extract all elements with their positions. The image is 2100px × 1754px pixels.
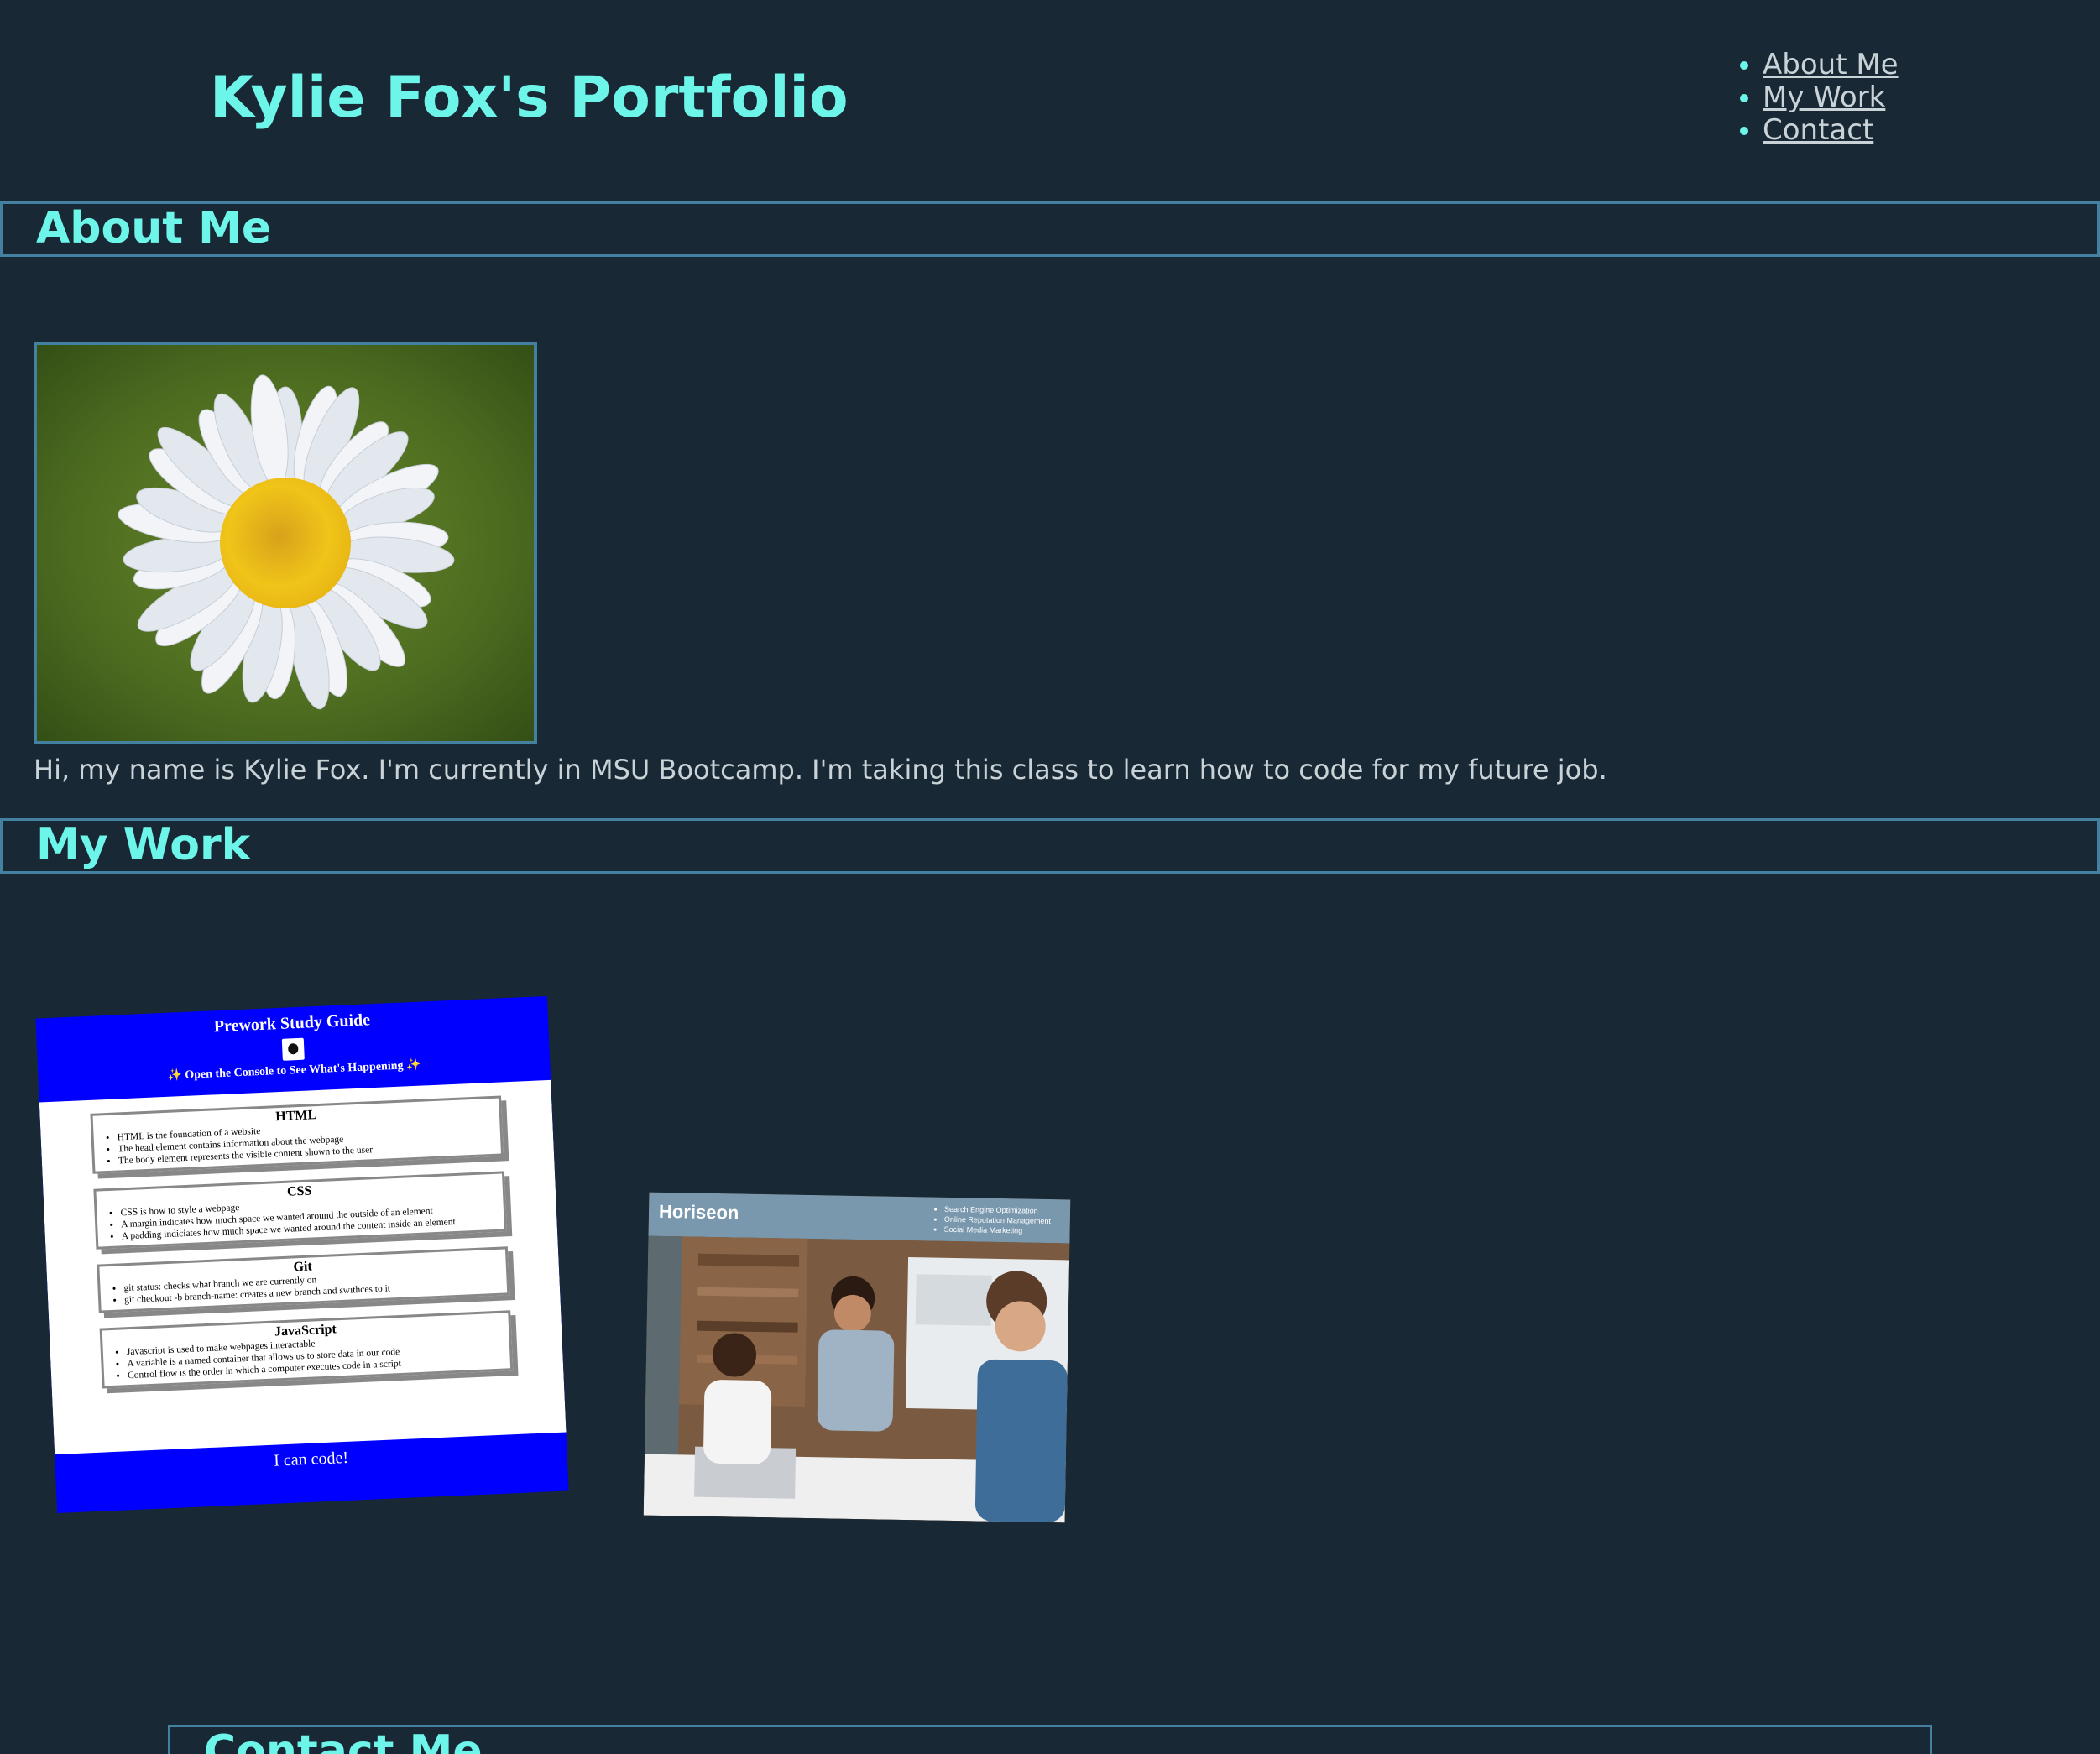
about-bio-text: Hi, my name is Kylie Fox. I'm currently … [34,754,1607,786]
contact-section-header: Contact Me [168,1725,1932,1754]
prework-section-css: CSS CSS is how to style a webpage A marg… [93,1171,508,1250]
portfolio-page: Kylie Fox's Portfolio About Me My Work C… [0,0,2100,1754]
prework-section-javascript: JavaScript Javascript is used to make we… [99,1310,514,1389]
about-heading: About Me [36,203,272,253]
prework-title: Prework Study Guide [213,1010,371,1036]
work-section-header: My Work [0,818,2100,874]
github-cat-icon [281,1037,305,1061]
site-title: Kylie Fox's Portfolio [210,65,849,131]
work-heading: My Work [36,820,251,870]
about-section-header: About Me [0,201,2100,257]
horiseon-team-photo [643,1235,1070,1523]
prework-section-git: Git git status: checks what branch we ar… [97,1246,510,1313]
nav-link-my-work[interactable]: My Work [1763,81,1885,114]
work-item-prework-study-guide[interactable]: Prework Study Guide ✨ Open the Console t… [35,995,569,1514]
work-item-horiseon[interactable]: Horiseon Search Engine Optimization Onli… [643,1192,1071,1523]
prework-section-html: HTML HTML is the foundation of a website… [90,1095,504,1174]
horiseon-services: Search Engine Optimization Online Reputa… [934,1204,1052,1236]
horiseon-service: Social Media Marketing [944,1224,1051,1236]
nav-item-about: About Me [1763,49,1899,81]
prework-body: HTML HTML is the foundation of a website… [39,1079,567,1455]
daisy-image [37,345,534,741]
nav-item-work: My Work [1763,81,1899,114]
nav-item-contact: Contact [1763,114,1899,147]
contact-heading: Contact Me [204,1726,483,1754]
horiseon-header: Horiseon Search Engine Optimization Onli… [648,1192,1071,1244]
about-photo-daisy [34,342,537,744]
nav-link-contact[interactable]: Contact [1763,113,1873,147]
nav-link-about-me[interactable]: About Me [1763,48,1899,81]
nav-menu: About Me My Work Contact [1729,49,1899,147]
horiseon-logo: Horiseon [658,1200,739,1224]
